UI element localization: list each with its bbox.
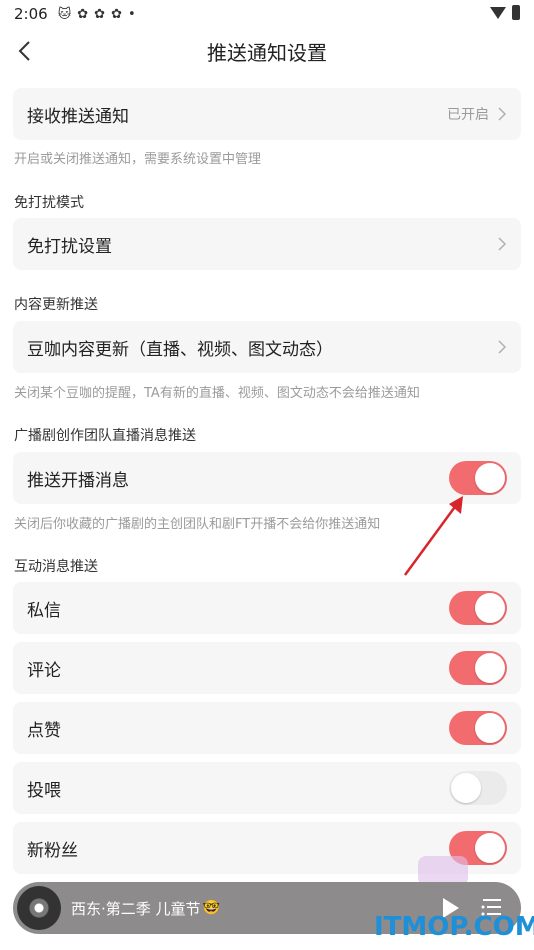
radio-drama-hint: 关闭后你收藏的广播剧的主创团队和剧FT开播不会给你推送通知 (14, 517, 381, 532)
receive-push-status: 已开启 (447, 107, 489, 123)
player-emoji: 🤓 (202, 900, 220, 916)
comment-toggle[interactable] (449, 651, 507, 685)
battery-icon (512, 5, 520, 20)
toggle-knob (475, 713, 505, 743)
page-title: 推送通知设置 (207, 40, 327, 65)
chevron-right-icon (498, 107, 507, 121)
interaction-right (449, 771, 507, 805)
receive-push-label: 接收推送通知 (27, 106, 129, 127)
wifi-icon (490, 6, 506, 19)
status-right (490, 5, 520, 20)
interaction-label: 点赞 (27, 720, 61, 741)
toggle-knob (475, 593, 505, 623)
interaction-right (449, 711, 507, 745)
interaction-label: 评论 (27, 660, 61, 681)
interaction-row-feed: 投喂 (13, 762, 521, 814)
interaction-section-title: 互动消息推送 (14, 559, 98, 575)
toggle-knob (475, 833, 505, 863)
flower-icon: ✿ (111, 6, 122, 22)
watermark: ITMOP.COM (374, 912, 534, 942)
content-update-row[interactable]: 豆咖内容更新（直播、视频、图文动态） (13, 321, 521, 373)
interaction-right (449, 651, 507, 685)
header: 推送通知设置 (0, 28, 534, 74)
private-message-toggle[interactable] (449, 591, 507, 625)
receive-push-row[interactable]: 接收推送通知 已开启 (13, 88, 521, 140)
dnd-section-title: 免打扰模式 (14, 195, 84, 211)
dnd-right (497, 237, 507, 251)
interaction-row-like: 点赞 (13, 702, 521, 754)
interaction-right (449, 591, 507, 625)
status-bar: 2:06 🐱 ✿ ✿ ✿ • (0, 0, 534, 28)
flower-icon: ✿ (77, 6, 89, 22)
radio-drama-section-title: 广播剧创作团队直播消息推送 (14, 428, 196, 444)
radio-drama-row: 推送开播消息 (13, 452, 521, 504)
radio-drama-label: 推送开播消息 (27, 470, 129, 491)
toggle-knob (475, 463, 505, 493)
content-update-section-title: 内容更新推送 (14, 297, 98, 313)
dnd-settings-row[interactable]: 免打扰设置 (13, 218, 521, 270)
receive-push-hint: 开启或关闭推送通知，需要系统设置中管理 (14, 152, 262, 167)
content-update-label: 豆咖内容更新（直播、视频、图文动态） (27, 339, 333, 360)
flower-icon: ✿ (94, 6, 106, 22)
status-time: 2:06 (14, 5, 48, 23)
cat-icon: 🐱 (57, 6, 72, 22)
status-icons: 🐱 ✿ ✿ ✿ • (58, 7, 136, 22)
interaction-row-comment: 评论 (13, 642, 521, 694)
toggle-knob (451, 773, 481, 803)
like-toggle[interactable] (449, 711, 507, 745)
content-update-right (497, 340, 507, 354)
album-disc-icon[interactable] (17, 886, 61, 930)
radio-drama-toggle[interactable] (449, 461, 507, 495)
interaction-row-private-message: 私信 (13, 582, 521, 634)
receive-push-right: 已开启 (447, 104, 507, 124)
chevron-right-icon (498, 237, 507, 251)
feed-toggle[interactable] (449, 771, 507, 805)
interaction-label: 投喂 (27, 780, 61, 801)
radio-drama-right (449, 461, 507, 495)
chevron-right-icon (498, 340, 507, 354)
content-update-hint: 关闭某个豆咖的提醒，TA有新的直播、视频、图文动态不会给推送通知 (14, 386, 420, 401)
toggle-knob (475, 653, 505, 683)
dot-icon: • (127, 6, 136, 22)
interaction-label: 新粉丝 (27, 840, 78, 861)
dnd-settings-label: 免打扰设置 (27, 236, 112, 257)
player-title: 西东·第二季 儿童节 (71, 899, 201, 918)
back-arrow-icon[interactable] (16, 40, 36, 62)
interaction-label: 私信 (27, 600, 61, 621)
